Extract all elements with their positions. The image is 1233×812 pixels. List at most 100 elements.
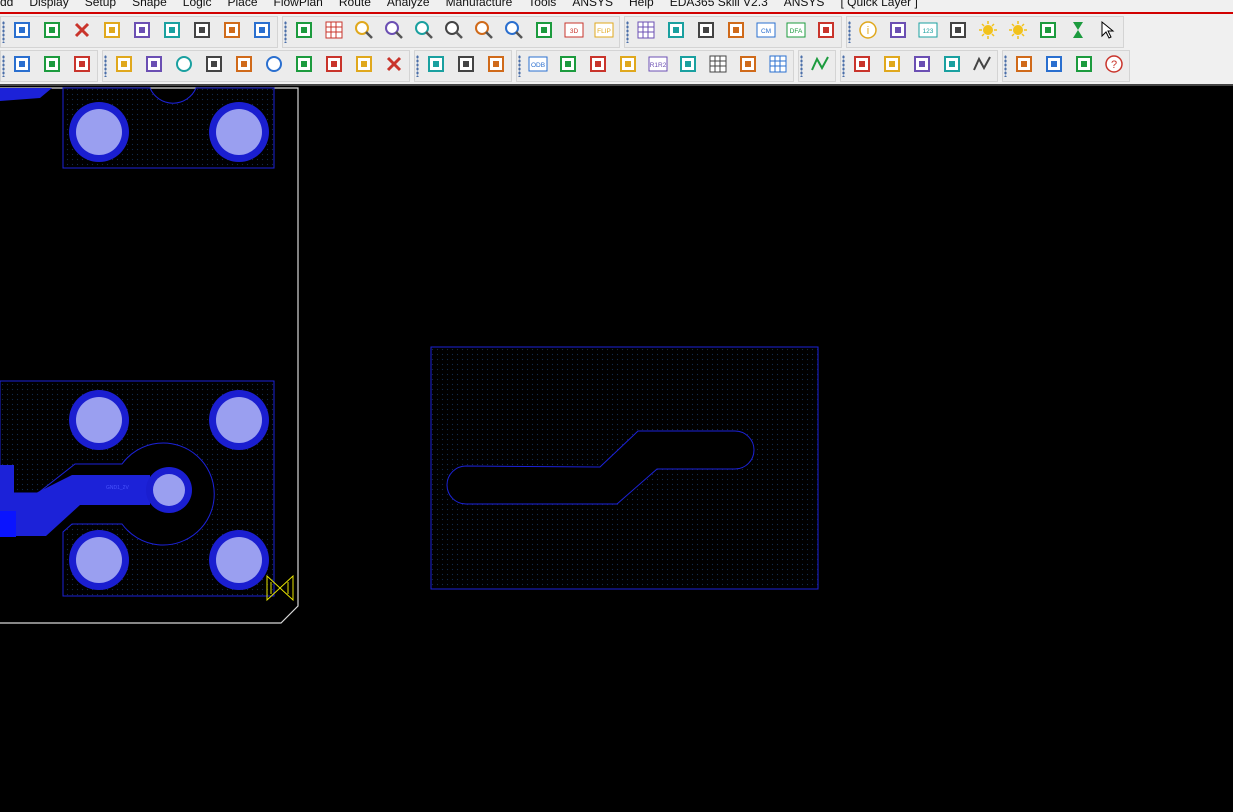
move-button[interactable]	[9, 19, 35, 45]
layers-button[interactable]	[693, 19, 719, 45]
dfa-button[interactable]: DFA	[783, 19, 809, 45]
bom-button[interactable]	[909, 53, 935, 79]
move-icon	[12, 20, 32, 43]
shape-polygon-button[interactable]	[111, 53, 137, 79]
copy-button[interactable]	[39, 19, 65, 45]
isolated-shape[interactable]	[430, 346, 819, 590]
shape-gray-button[interactable]	[39, 53, 65, 79]
svg-text:DFA: DFA	[790, 28, 803, 35]
ncdrill-button[interactable]: R1R2	[645, 53, 671, 79]
brush-button[interactable]	[945, 19, 971, 45]
menu-item[interactable]: [ Quick Layer ]	[832, 0, 925, 9]
menu-item[interactable]: dd	[0, 0, 21, 9]
legend-button[interactable]	[675, 53, 701, 79]
zoom-window-button[interactable]	[381, 19, 407, 45]
view-3d-button[interactable]: 3D	[561, 19, 587, 45]
testpoint-button[interactable]	[735, 53, 761, 79]
envelope-button[interactable]	[1071, 53, 1097, 79]
dehighlight-button[interactable]	[1005, 19, 1031, 45]
drill-button[interactable]	[585, 53, 611, 79]
shape-select-button[interactable]	[201, 53, 227, 79]
zoom-fit-button[interactable]	[351, 19, 377, 45]
menu-item[interactable]: FlowPlan	[266, 0, 331, 9]
artwork-button[interactable]	[555, 53, 581, 79]
shape-void-button[interactable]	[231, 53, 257, 79]
toolbar-group	[840, 49, 998, 82]
menu-item[interactable]: Display	[21, 0, 76, 9]
toolbar-group: CM DFA	[624, 15, 842, 48]
unrats-button[interactable]	[291, 19, 317, 45]
odb-button[interactable]: ODB	[525, 53, 551, 79]
delete-island-button[interactable]	[381, 53, 407, 79]
shape-rect-icon	[144, 54, 164, 77]
menu-item[interactable]: Tools	[520, 0, 564, 9]
stackup-button[interactable]	[723, 19, 749, 45]
menu-item[interactable]: Analyze	[379, 0, 438, 9]
menu-item[interactable]: Route	[331, 0, 379, 9]
brush-icon	[948, 20, 968, 43]
redraw-button[interactable]	[531, 19, 557, 45]
add-connect-button[interactable]	[219, 19, 245, 45]
zoom-out-button[interactable]	[441, 19, 467, 45]
menu-item[interactable]: Setup	[77, 0, 124, 9]
status-button[interactable]	[885, 19, 911, 45]
flip-button[interactable]: FLIP	[591, 19, 617, 45]
step-down2-button[interactable]	[189, 19, 215, 45]
shape-circle-button[interactable]	[171, 53, 197, 79]
step-down-button[interactable]	[129, 19, 155, 45]
menu-item[interactable]: Place	[219, 0, 265, 9]
help-button[interactable]: ?	[1101, 53, 1127, 79]
grid-button[interactable]	[633, 19, 659, 45]
menu-item[interactable]: Shape	[124, 0, 175, 9]
window-button[interactable]	[1011, 53, 1037, 79]
route-button[interactable]	[807, 53, 833, 79]
color-palette-button[interactable]	[663, 19, 689, 45]
design-canvas[interactable]: GND1_2V	[0, 84, 1233, 810]
menu-item[interactable]: ANSYS	[564, 0, 621, 9]
camera-button[interactable]	[615, 53, 641, 79]
mail-button[interactable]	[1041, 53, 1067, 79]
shape-green-button[interactable]	[69, 53, 95, 79]
dimension-button[interactable]	[453, 53, 479, 79]
hourglass-button[interactable]	[1065, 19, 1091, 45]
matrix-button[interactable]	[705, 53, 731, 79]
delete-button[interactable]	[69, 19, 95, 45]
shape-edit-button[interactable]	[291, 53, 317, 79]
grid-view-button[interactable]	[321, 19, 347, 45]
book-icon	[882, 54, 902, 77]
cursor-button[interactable]	[1095, 19, 1121, 45]
bars-button[interactable]	[1035, 19, 1061, 45]
shape-rect-button[interactable]	[141, 53, 167, 79]
shape-merge-button[interactable]	[321, 53, 347, 79]
dimension2-button[interactable]	[483, 53, 509, 79]
odb-icon: ODB	[528, 54, 548, 77]
check-button[interactable]	[939, 53, 965, 79]
array-button[interactable]	[765, 53, 791, 79]
report-button[interactable]	[849, 53, 875, 79]
menu-item[interactable]: EDA365 Skill V2.3	[662, 0, 776, 9]
info-button[interactable]: i	[855, 19, 881, 45]
zoom-world-button[interactable]	[501, 19, 527, 45]
pin-button[interactable]	[249, 19, 275, 45]
board-button[interactable]	[9, 53, 35, 79]
place-button[interactable]	[423, 53, 449, 79]
svg-text:3D: 3D	[570, 28, 579, 35]
cm-button[interactable]: CM	[753, 19, 779, 45]
measure-button[interactable]: 123	[915, 19, 941, 45]
status-icon	[888, 20, 908, 43]
book-button[interactable]	[879, 53, 905, 79]
menu-item[interactable]: Help	[621, 0, 662, 9]
chip-button[interactable]	[813, 19, 839, 45]
zoom-in-button[interactable]	[411, 19, 437, 45]
menu-item[interactable]: Logic	[175, 0, 220, 9]
pcb-view[interactable]: GND1_2V	[0, 86, 1233, 812]
shape-void-circle-button[interactable]	[261, 53, 287, 79]
highlight-button[interactable]	[975, 19, 1001, 45]
wave-button[interactable]	[969, 53, 995, 79]
zoom-previous-button[interactable]	[471, 19, 497, 45]
menu-item[interactable]: Manufacture	[438, 0, 521, 9]
undo-button[interactable]	[99, 19, 125, 45]
shape-compose-button[interactable]	[351, 53, 377, 79]
redo-button[interactable]	[159, 19, 185, 45]
menu-item[interactable]: ANSYS	[776, 0, 833, 9]
